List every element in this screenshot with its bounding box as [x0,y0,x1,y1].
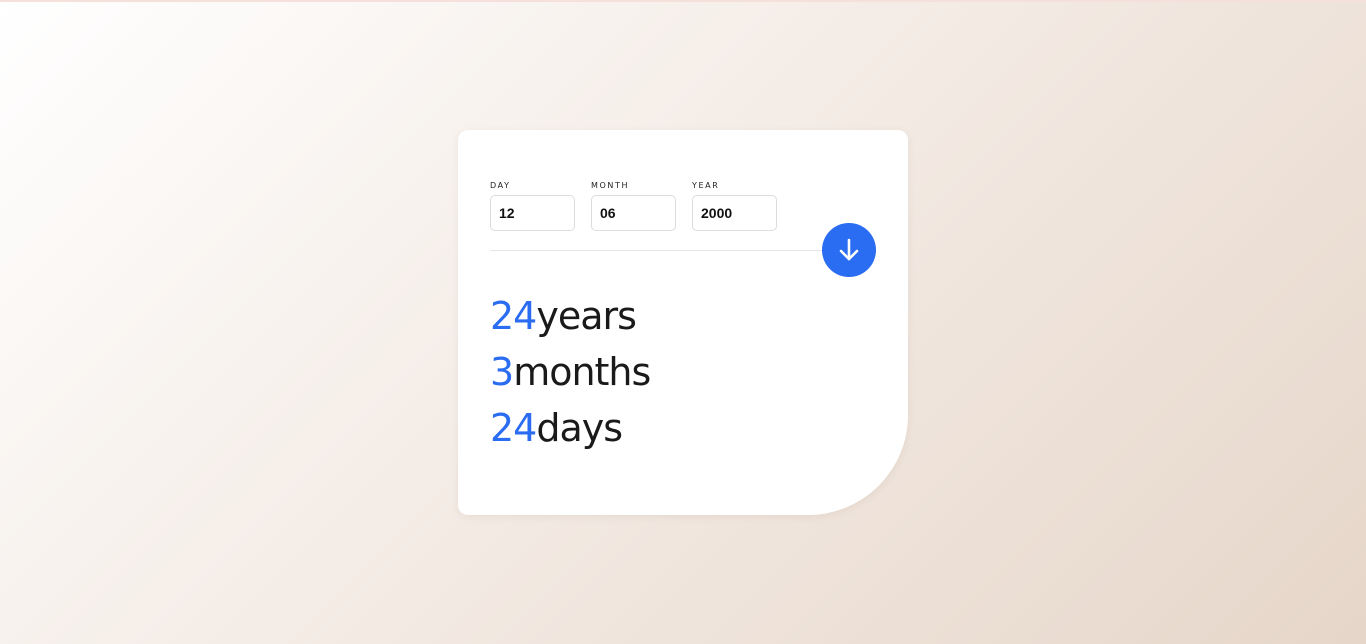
years-result: 24years [490,288,650,344]
age-results: 24years 3months 24days [490,288,651,456]
divider [490,250,830,251]
year-input[interactable] [692,195,777,231]
months-number: 3 [490,350,514,394]
years-number: 24 [490,294,537,338]
months-unit: months [513,350,651,394]
month-label: MONTH [591,181,630,190]
date-input-group: DAY MONTH YEAR [490,181,777,231]
days-result: 24days [490,400,650,456]
days-number: 24 [490,406,537,450]
month-input[interactable] [591,195,676,231]
age-calculator-card: DAY MONTH YEAR 24years 3months 24days [458,130,908,515]
year-label: YEAR [692,181,720,190]
arrow-down-icon [839,238,859,261]
days-unit: days [536,406,623,450]
day-field-group: DAY [490,181,575,231]
years-unit: years [536,294,637,338]
day-input[interactable] [490,195,575,231]
day-label: DAY [490,181,511,190]
months-result: 3months [490,344,651,400]
top-edge-line [0,0,1366,2]
calculate-button[interactable] [822,223,876,277]
month-field-group: MONTH [591,181,676,231]
year-field-group: YEAR [692,181,777,231]
